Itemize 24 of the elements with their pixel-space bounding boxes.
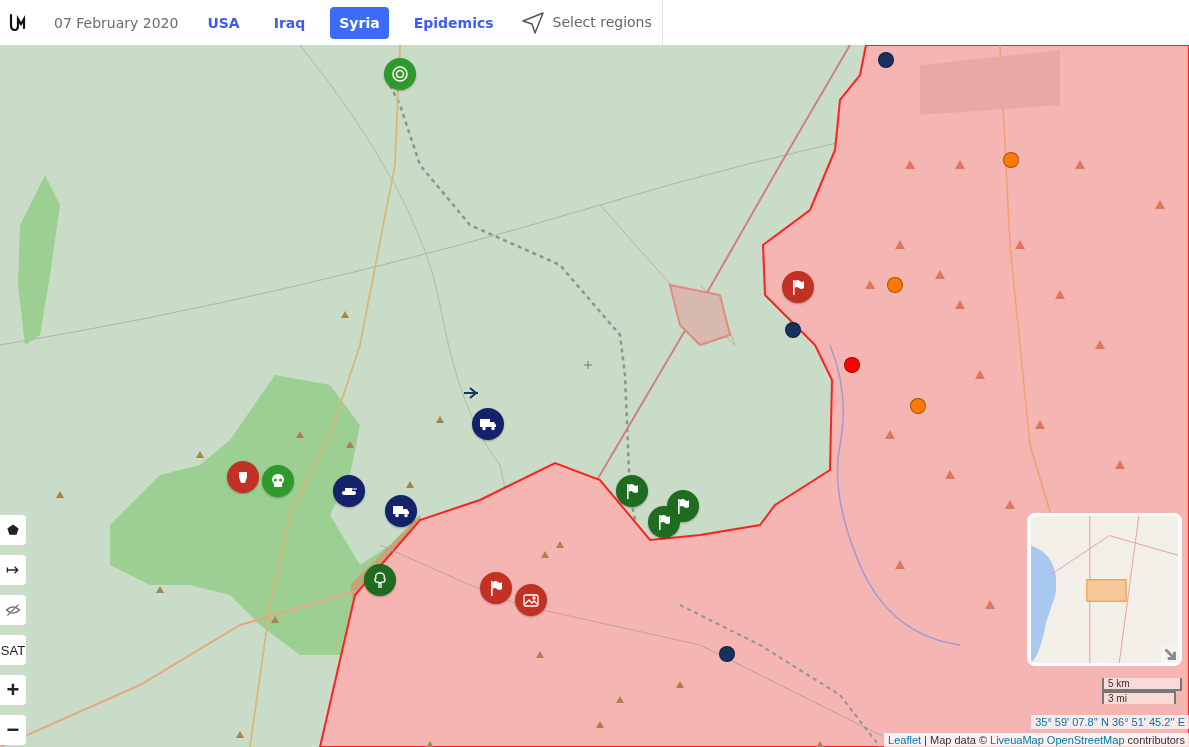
region-tab[interactable]: Epidemics (404, 6, 503, 39)
region-tab[interactable]: Iraq (264, 6, 315, 39)
eye-slash-icon (5, 602, 21, 618)
map-control-button[interactable]: − (0, 715, 26, 745)
liveuamap-link[interactable]: LiveuaMap (990, 734, 1044, 746)
navigation-arrow-icon[interactable] (520, 10, 545, 35)
scale-bar-metric: 5 km (1102, 678, 1182, 691)
cursor-coordinates: 35° 59' 07.8'' N 36° 51' 45.2'' E (1031, 715, 1189, 729)
scale-bar-imperial: 3 mi (1102, 691, 1176, 704)
map-control-button[interactable]: + (0, 675, 26, 705)
hide-tool-button[interactable] (0, 595, 26, 625)
collapse-arrow-icon[interactable] (1161, 645, 1179, 663)
attribution-text: contributors (1127, 734, 1185, 746)
region-tab[interactable]: Syria (330, 6, 389, 39)
polygon-tool-button[interactable] (0, 515, 26, 545)
date-label: 07 February 2020 (54, 14, 179, 31)
pentagon-icon (5, 522, 21, 538)
ring-icon (390, 64, 410, 84)
openstreetmap-link[interactable]: OpenStreetMap (1046, 734, 1125, 746)
region-tab[interactable]: USA (198, 6, 249, 39)
attribution-text: | Map data © (924, 734, 988, 746)
map-control-button[interactable]: SAT (0, 635, 26, 665)
arrow-tool-button[interactable] (0, 555, 26, 585)
leaflet-link[interactable]: Leaflet (888, 734, 922, 746)
